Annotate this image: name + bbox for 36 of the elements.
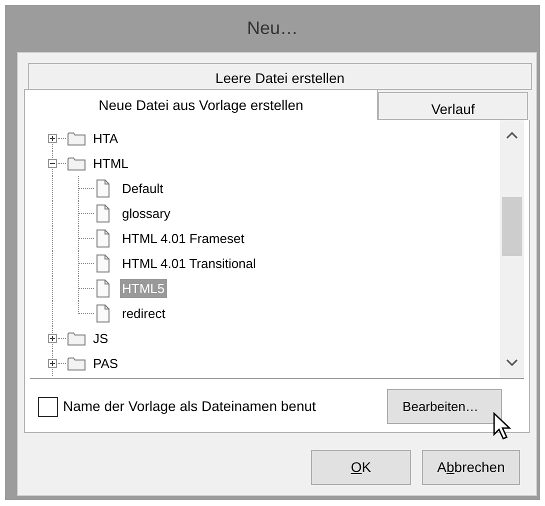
- document-icon: [95, 229, 111, 248]
- tab[interactable]: Verlauf: [378, 92, 528, 120]
- document-icon: [95, 179, 111, 198]
- document-icon: [95, 279, 111, 298]
- tree-item[interactable]: glossary: [120, 204, 172, 223]
- folder-icon: [67, 155, 86, 172]
- scroll-up-icon[interactable]: [506, 131, 518, 139]
- folder-icon: [67, 330, 86, 347]
- tree-item[interactable]: HTML 4.01 Frameset: [120, 229, 246, 248]
- tab[interactable]: Neue Datei aus Vorlage erstellen: [24, 89, 378, 120]
- scrollbar[interactable]: [500, 120, 524, 378]
- scroll-down-icon[interactable]: [506, 359, 518, 367]
- tab[interactable]: Leere Datei erstellen: [28, 63, 532, 90]
- tree-item[interactable]: redirect: [120, 304, 168, 323]
- tree-item[interactable]: HTA: [91, 129, 120, 148]
- document-icon: [95, 254, 111, 273]
- tree-item[interactable]: PAS: [91, 354, 120, 373]
- tree-item[interactable]: JS: [91, 329, 110, 348]
- collapse-icon[interactable]: [48, 159, 57, 168]
- window-title: Neu…: [246, 17, 298, 40]
- folder-icon: [67, 130, 86, 147]
- ok-button[interactable]: OK: [311, 450, 411, 485]
- document-icon: [95, 204, 111, 223]
- scrollbar-thumb[interactable]: [502, 197, 522, 256]
- tree-item[interactable]: HTML 4.01 Transitional: [120, 254, 258, 273]
- expand-icon[interactable]: [48, 134, 57, 143]
- expand-icon[interactable]: [48, 359, 57, 368]
- checkbox-label[interactable]: Name der Vorlage als Dateinamen benut: [63, 396, 379, 417]
- edit-button[interactable]: Bearbeiten…: [387, 389, 502, 424]
- cancel-button[interactable]: Abbrechen: [422, 450, 520, 485]
- expand-icon[interactable]: [48, 334, 57, 343]
- tree-item[interactable]: Default: [120, 179, 166, 198]
- document-icon: [95, 304, 111, 323]
- folder-icon: [67, 355, 86, 372]
- tree-item[interactable]: HTML: [91, 154, 130, 173]
- checkbox[interactable]: [38, 396, 58, 416]
